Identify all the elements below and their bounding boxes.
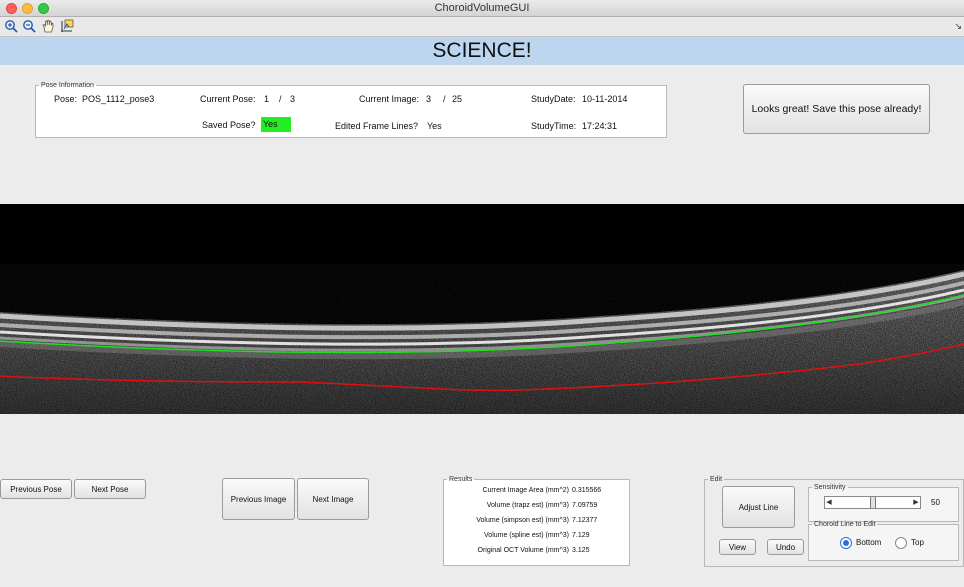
pose-label: Pose: (54, 94, 78, 104)
result-value: 0.315566 (572, 487, 602, 494)
result-label: Current Image Area (mm^2) (482, 487, 569, 494)
title-bar: ChoroidVolumeGUI (0, 0, 964, 17)
study-time-value: 17:24:31 (582, 121, 618, 131)
slider-thumb[interactable] (869, 497, 876, 508)
result-row: Volume (trapz est) (mm^3) 7.09759 (444, 502, 629, 513)
page-title: SCIENCE! (0, 37, 964, 65)
radio-top-label: Top (911, 538, 924, 547)
toolbar-expand-icon[interactable]: ↘ (954, 21, 962, 32)
edit-legend: Edit (710, 476, 723, 483)
zoom-out-icon[interactable] (21, 19, 37, 35)
current-image-label: Current Image: (359, 94, 420, 104)
save-pose-button[interactable]: Looks great! Save this pose already! (743, 84, 930, 134)
result-label: Volume (simpson est) (mm^3) (476, 517, 569, 524)
slider-left-arrow-icon[interactable]: ◀ (825, 497, 833, 508)
previous-image-button[interactable]: Previous Image (222, 478, 295, 520)
undo-button[interactable]: Undo (767, 539, 804, 555)
radio-top[interactable] (895, 537, 907, 549)
next-pose-button[interactable]: Next Pose (74, 479, 146, 499)
zoom-in-icon[interactable] (3, 19, 19, 35)
results-legend: Results (449, 476, 473, 483)
results-panel: Results Current Image Area (mm^2) 0.3155… (443, 476, 630, 566)
sensitivity-legend: Sensitivity (814, 484, 846, 491)
choroid-line-legend: Choroid Line to Edit (814, 521, 876, 528)
result-value: 7.09759 (572, 502, 598, 509)
pan-hand-icon[interactable] (40, 19, 56, 35)
study-date-label: StudyDate: (531, 94, 576, 104)
result-row: Volume (simpson est) (mm^3) 7.12377 (444, 517, 629, 528)
saved-pose-label: Saved Pose? (202, 120, 256, 130)
study-date-value: 10-11-2014 (582, 94, 628, 104)
result-value: 7.12377 (572, 517, 598, 524)
adjust-line-button[interactable]: Adjust Line (722, 486, 795, 528)
edited-frame-lines-label: Edited Frame Lines? (335, 121, 419, 131)
radio-bottom[interactable] (840, 537, 852, 549)
pose-value: POS_1112_pose3 (82, 94, 155, 104)
study-time-label: StudyTime: (531, 121, 577, 131)
saved-pose-indicator: Yes (261, 117, 291, 132)
current-image-separator: / (443, 94, 446, 104)
result-row: Volume (spline est) (mm^3) 7.129 (444, 532, 629, 543)
choroid-line-panel: Choroid Line to Edit (808, 521, 959, 561)
result-label: Volume (spline est) (mm^3) (484, 532, 569, 539)
pose-information-panel: Pose Information Pose: POS_1112_pose3 Cu… (35, 82, 667, 138)
view-button[interactable]: View (719, 539, 756, 555)
current-image-value: 3 (426, 94, 432, 104)
radio-bottom-label: Bottom (856, 538, 882, 547)
image-total: 25 (452, 94, 463, 104)
oct-image[interactable] (0, 204, 964, 414)
sensitivity-slider[interactable]: ◀ ▶ (824, 496, 921, 509)
slider-right-arrow-icon[interactable]: ▶ (912, 497, 920, 508)
current-pose-separator: / (279, 94, 282, 104)
sensitivity-value: 50 (931, 498, 940, 507)
result-label: Original OCT Volume (mm^3) (477, 547, 569, 554)
pose-information-legend: Pose Information (41, 82, 94, 89)
result-value: 3.125 (572, 547, 590, 554)
window-title: ChoroidVolumeGUI (434, 2, 530, 14)
previous-pose-button[interactable]: Previous Pose (0, 479, 72, 499)
edited-frame-lines-value: Yes (427, 121, 442, 131)
result-row: Original OCT Volume (mm^3) 3.125 (444, 547, 629, 558)
result-label: Volume (trapz est) (mm^3) (486, 502, 569, 509)
pose-total: 3 (290, 94, 296, 104)
current-pose-value: 1 (264, 94, 270, 104)
current-pose-label: Current Pose: (200, 94, 256, 104)
result-value: 7.129 (572, 532, 590, 539)
figure-toolbar: ↘ (0, 17, 964, 37)
result-row: Current Image Area (mm^2) 0.315566 (444, 487, 629, 498)
data-cursor-icon[interactable] (59, 19, 75, 35)
next-image-button[interactable]: Next Image (297, 478, 369, 520)
